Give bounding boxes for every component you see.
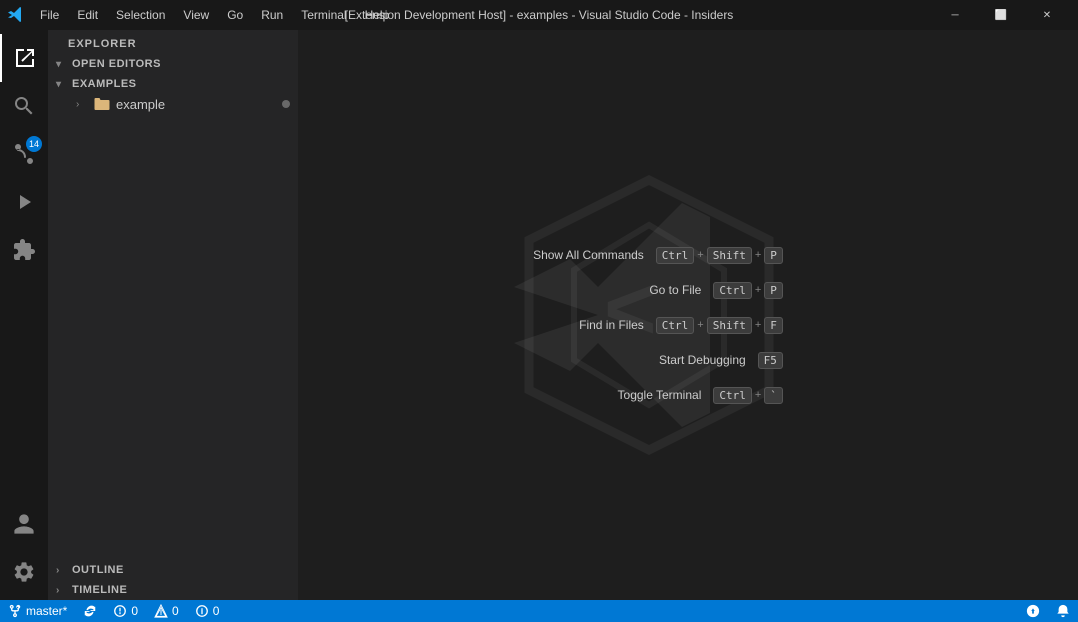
activity-extensions[interactable] [0,226,48,274]
activity-bar: 14 [0,30,48,600]
outline-section[interactable]: › OUTLINE [48,560,298,580]
folder-icon [94,96,110,112]
shift-key3: Shift [707,317,752,334]
title-bar-left: File Edit Selection View Go Run Terminal… [8,6,397,24]
vscode-logo-icon [8,7,24,23]
editor-area: < Show All Commands Ctrl + Shift + P Go … [298,30,1078,600]
close-button[interactable]: ✕ [1024,0,1070,30]
example-folder-label: example [116,97,165,112]
branch-icon [8,604,22,618]
activity-search[interactable] [0,82,48,130]
branch-name: master* [26,604,67,618]
title-bar: File Edit Selection View Go Run Terminal… [0,0,1078,30]
new-file-indicator [282,100,290,108]
shortcut-goto-file: Go to File Ctrl + P [649,282,783,299]
warnings-status[interactable]: 0 [146,600,187,622]
p-key: P [764,247,783,264]
example-folder-chevron: › [76,99,92,110]
examples-section[interactable]: ▾ EXAMPLES [48,74,298,94]
example-folder[interactable]: › example [48,94,298,114]
backtick-key: ` [764,387,783,404]
menu-view[interactable]: View [175,6,217,24]
ctrl-key3: Ctrl [656,317,695,334]
notifications-status[interactable] [1048,600,1078,622]
shortcut-terminal: Toggle Terminal Ctrl + ` [618,387,783,404]
menu-selection[interactable]: Selection [108,6,173,24]
warning-count: 0 [172,604,179,618]
status-bar: master* 0 0 0 [0,600,1078,622]
warning-icon [154,604,168,618]
menu-go[interactable]: Go [219,6,251,24]
timeline-chevron: › [56,585,72,596]
show-all-commands-label: Show All Commands [533,248,644,262]
minimize-button[interactable]: ─ [932,0,978,30]
start-debugging-label: Start Debugging [659,353,746,367]
shortcut-find-files: Find in Files Ctrl + Shift + F [579,317,783,334]
error-icon [113,604,127,618]
find-in-files-keys: Ctrl + Shift + F [656,317,783,334]
ctrl-key4: Ctrl [713,387,752,404]
find-in-files-label: Find in Files [579,318,644,332]
menu-bar: File Edit Selection View Go Run Terminal… [32,6,397,24]
menu-run[interactable]: Run [253,6,291,24]
open-editors-label: OPEN EDITORS [72,58,161,70]
activity-explorer[interactable] [0,34,48,82]
sidebar: EXPLORER ▾ OPEN EDITORS ▾ EXAMPLES › exa… [48,30,298,600]
f5-key: F5 [758,352,783,369]
activity-run[interactable] [0,178,48,226]
f-key: F [764,317,783,334]
toggle-terminal-label: Toggle Terminal [618,388,702,402]
activity-settings[interactable] [0,548,48,596]
examples-label: EXAMPLES [72,78,137,90]
maximize-button[interactable]: ⬜ [978,0,1024,30]
go-to-file-keys: Ctrl + P [713,282,783,299]
shift-key: Shift [707,247,752,264]
branch-status[interactable]: master* [0,600,75,622]
open-editors-section[interactable]: ▾ OPEN EDITORS [48,54,298,74]
status-bar-left: master* 0 0 0 [0,600,227,622]
show-all-commands-keys: Ctrl + Shift + P [656,247,783,264]
sync-status[interactable] [75,600,105,622]
start-debugging-keys: F5 [758,352,783,369]
ctrl-key2: Ctrl [713,282,752,299]
remote-icon [1026,604,1040,618]
outline-chevron: › [56,565,72,576]
p-key2: P [764,282,783,299]
sidebar-bottom: › OUTLINE › TIMELINE [48,560,298,600]
shortcut-all-commands: Show All Commands Ctrl + Shift + P [533,247,783,264]
error-count: 0 [131,604,138,618]
go-to-file-label: Go to File [649,283,701,297]
open-editors-chevron: ▾ [56,59,72,70]
outline-label: OUTLINE [72,564,124,576]
welcome-shortcuts: Show All Commands Ctrl + Shift + P Go to… [533,247,783,404]
window-title: [Extension Development Host] - examples … [345,8,734,22]
bell-icon [1056,604,1070,618]
source-control-badge: 14 [26,136,42,152]
timeline-section[interactable]: › TIMELINE [48,580,298,600]
sidebar-title: EXPLORER [48,30,298,54]
window-controls: ─ ⬜ ✕ [932,0,1070,30]
sync-icon [83,604,97,618]
info-count: 0 [213,604,220,618]
ctrl-key: Ctrl [656,247,695,264]
main-layout: 14 EXPLORER ▾ OPEN EDITORS ▾ EXAMPLES [0,30,1078,600]
activity-source-control[interactable]: 14 [0,130,48,178]
activity-bar-bottom [0,500,48,600]
examples-chevron: ▾ [56,79,72,90]
remote-status[interactable] [1018,600,1048,622]
toggle-terminal-keys: Ctrl + ` [713,387,783,404]
info-status[interactable]: 0 [187,600,228,622]
shortcut-debug: Start Debugging F5 [659,352,783,369]
activity-accounts[interactable] [0,500,48,548]
menu-edit[interactable]: Edit [69,6,106,24]
menu-file[interactable]: File [32,6,67,24]
timeline-label: TIMELINE [72,584,127,596]
status-bar-right [1018,600,1078,622]
info-icon [195,604,209,618]
errors-status[interactable]: 0 [105,600,146,622]
